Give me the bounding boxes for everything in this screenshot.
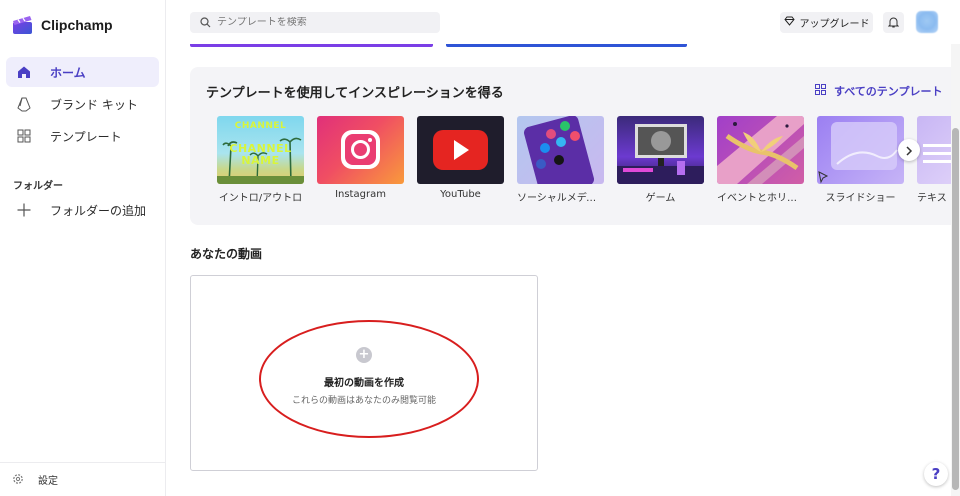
gift-illustration [717,116,804,184]
add-folder-label: フォルダーの追加 [50,203,147,218]
templates-grid-icon [815,84,826,98]
search-input[interactable] [217,17,427,28]
sidebar-item-label: ホーム [50,65,86,80]
previous-banner-edge [190,44,433,47]
bell-icon [887,13,900,32]
youtube-logo-icon [433,130,488,170]
template-tile-instagram[interactable]: Instagram [317,116,404,200]
app-root: Clipchamp ホーム ブランド キット テンプレート フォルダー フォルダ… [0,0,960,496]
sidebar-item-home[interactable]: ホーム [6,57,159,87]
search-bar[interactable] [190,12,440,33]
template-thumbnail: CHANNEL CHANNEL NAME [217,116,304,184]
create-first-video-card[interactable]: + 最初の動画を作成 これらの動画はあなたのみ閲覧可能 [190,275,538,471]
monitor-illustration [617,124,704,184]
help-icon: ? [931,465,941,483]
template-thumbnail [517,116,604,184]
template-thumbnail [817,116,904,184]
gear-icon [12,470,24,489]
plus-icon [16,202,32,218]
sidebar-item-brand-kit[interactable]: ブランド キット [6,89,159,119]
all-templates-link[interactable]: すべてのテンプレート [815,83,942,99]
intro-overlay-text: CHANNEL [234,121,287,131]
template-caption: ゲーム [645,193,676,204]
folders-section-title: フォルダー [13,181,63,192]
sidebar: Clipchamp ホーム ブランド キット テンプレート フォルダー フォルダ… [0,0,166,496]
template-caption: イントロ/アウトロ [218,193,303,204]
template-caption: Instagram [335,189,386,200]
settings-button[interactable]: 設定 [0,462,165,496]
slide-illustration [818,122,898,184]
scrollbar-thumb[interactable] [952,128,959,490]
template-thumbnail [417,116,504,184]
all-templates-label: すべてのテンプレート [834,85,943,98]
template-tile-youtube[interactable]: YouTube [417,116,504,200]
sidebar-item-templates[interactable]: テンプレート [6,121,159,151]
template-caption: ソーシャルメディ… [517,193,604,204]
create-video-title: 最初の動画を作成 [324,378,404,389]
sidebar-item-label: ブランド キット [50,97,138,112]
settings-label: 設定 [38,476,58,487]
chevron-right-icon [905,141,913,160]
intro-overlay-text: NAME [241,154,280,167]
clipchamp-logo-icon [12,15,34,35]
phone-illustration [523,116,595,184]
carousel-next-button[interactable] [898,139,920,161]
create-video-subtitle: これらの動画はあなたのみ閲覧可能 [291,396,436,406]
sidebar-item-label: テンプレート [50,129,122,144]
app-name: Clipchamp [41,17,113,33]
plus-icon: + [356,347,372,363]
diamond-icon [783,16,795,29]
upgrade-button[interactable]: アップグレード [780,12,873,33]
app-logo[interactable]: Clipchamp [12,15,113,35]
template-thumbnail [617,116,704,184]
template-thumbnail [717,116,804,184]
home-icon [16,64,32,80]
help-button[interactable]: ? [924,462,948,486]
template-caption: イベントとホリデ… [717,193,804,204]
add-folder-button[interactable]: フォルダーの追加 [6,195,159,225]
previous-banner-edge [446,44,687,47]
templates-panel: テンプレートを使用してインスピレーションを得る すべてのテンプレート CHANN… [190,67,960,225]
templates-title: テンプレートを使用してインスピレーションを得る [206,86,504,101]
template-tile-events-holidays[interactable]: イベントとホリデ… [717,116,804,204]
template-tile-intro-outro[interactable]: CHANNEL CHANNEL NAME イントロ/アウトロ [217,116,304,204]
template-caption: スライドショー [825,193,896,204]
user-avatar[interactable] [916,11,938,33]
instagram-logo-icon [341,130,380,169]
templates-icon [16,128,32,144]
template-tile-social-media[interactable]: ソーシャルメディ… [517,116,604,204]
template-tile-slideshow[interactable]: スライドショー [817,116,904,204]
template-thumbnail [317,116,404,184]
brand-kit-icon [16,96,32,112]
upgrade-label: アップグレード [799,19,870,30]
videos-section-title: あなたの動画 [190,247,263,261]
search-icon [200,13,211,32]
template-tile-gaming[interactable]: ゲーム [617,116,704,204]
template-caption: YouTube [440,189,481,200]
notifications-button[interactable] [883,12,904,33]
